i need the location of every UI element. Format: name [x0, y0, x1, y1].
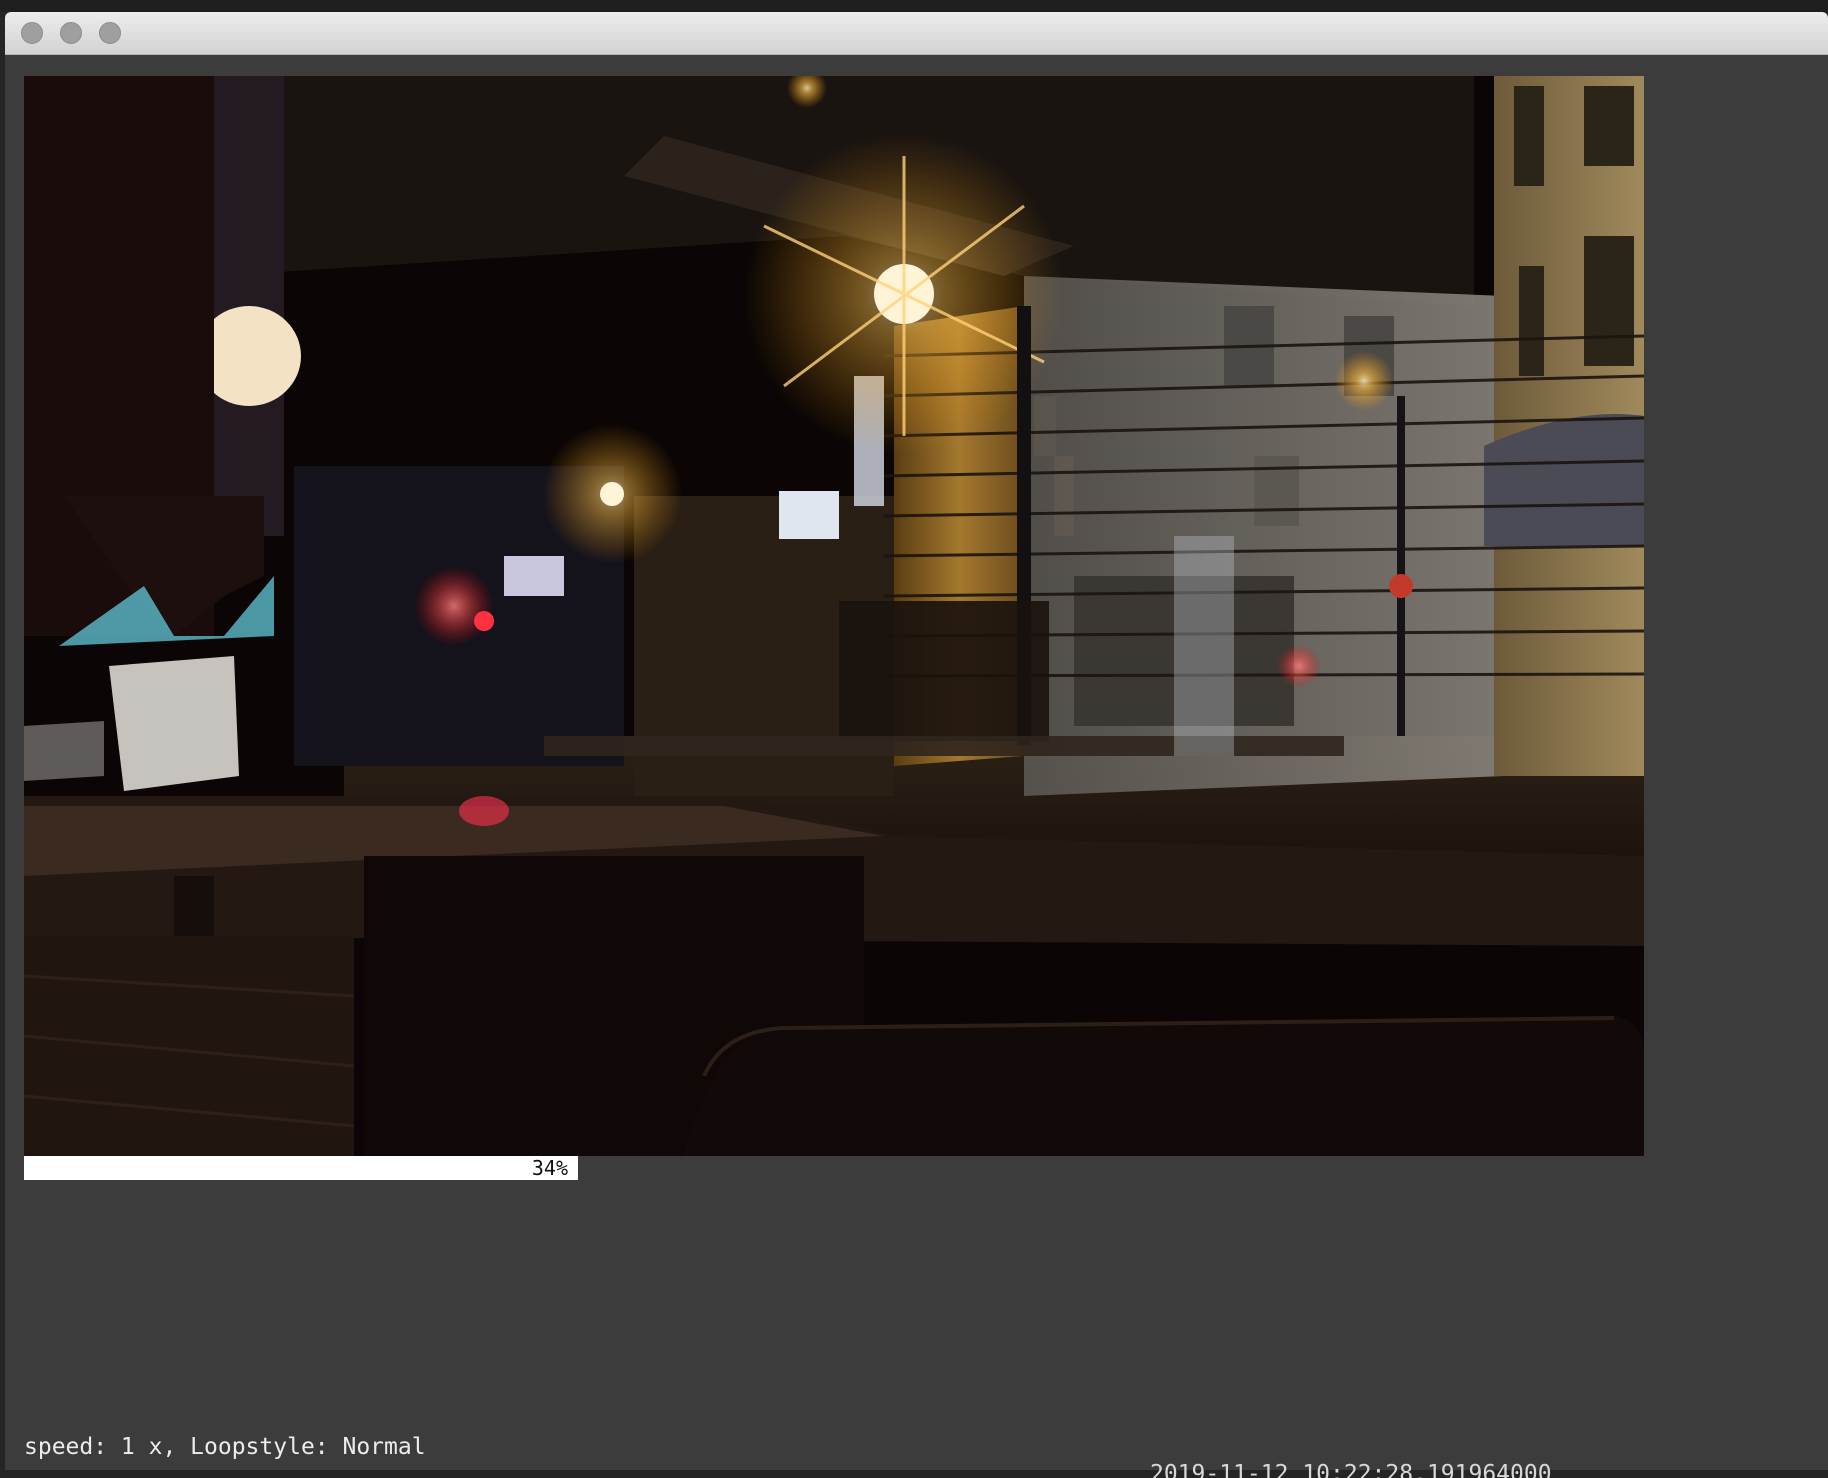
window-titlebar[interactable]: [5, 12, 1828, 55]
video-player-window: 34% speed: 1 x, Loopstyle: Normal: [5, 12, 1828, 1470]
video-frame[interactable]: [24, 76, 1644, 1156]
desktop-background: [0, 0, 1828, 12]
background-terminal-timestamp: 2019-11-12 10:22:28.191964000: [1150, 1461, 1552, 1478]
playback-progress-bar[interactable]: 34%: [24, 1156, 578, 1180]
minimize-window-button[interactable]: [60, 22, 82, 44]
playback-status-text: speed: 1 x, Loopstyle: Normal: [24, 1434, 426, 1460]
zoom-window-button[interactable]: [99, 22, 121, 44]
close-window-button[interactable]: [21, 22, 43, 44]
progress-percent-label: 34%: [531, 1156, 568, 1180]
